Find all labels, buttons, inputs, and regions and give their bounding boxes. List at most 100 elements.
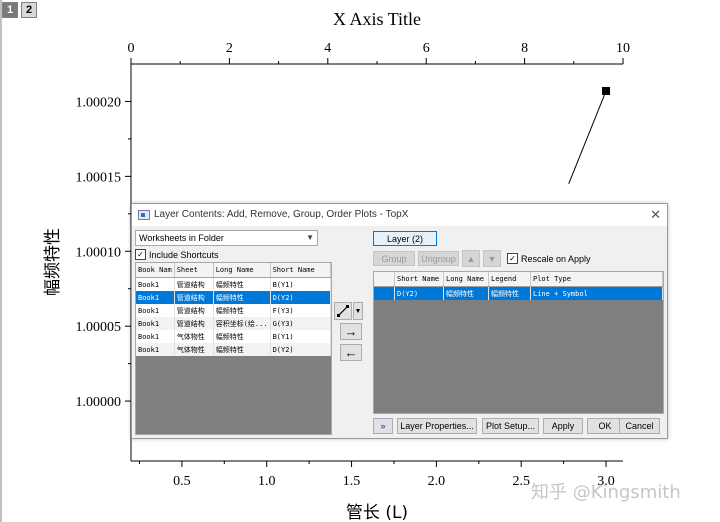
watermark: 知乎 @Kingsmith	[531, 482, 681, 503]
cell: Book1	[136, 291, 175, 304]
table-row-selected[interactable]: Book1 管道结构 幅频特性 D(Y2)	[136, 291, 332, 304]
layer-contents-dialog: Layer Contents: Add, Remove, Group, Orde…	[131, 203, 668, 439]
cell: 幅频特性	[488, 286, 531, 300]
col-header-legend[interactable]: Legend	[488, 272, 531, 287]
cancel-button[interactable]: Cancel	[619, 418, 660, 434]
expand-button[interactable]: »	[373, 418, 393, 434]
cell: 幅频特性	[213, 343, 271, 356]
arrow-down-icon: ▼	[487, 253, 497, 264]
plot-type-button[interactable]	[334, 302, 352, 320]
close-icon[interactable]: ✕	[650, 204, 661, 226]
top-tick-label: 4	[324, 41, 331, 56]
cell: D(Y2)	[394, 286, 444, 300]
layer-button[interactable]: Layer (2)	[373, 231, 437, 246]
cell	[374, 286, 395, 300]
cell: 气体物性	[174, 343, 214, 356]
left-tick-label: 1.00015	[76, 170, 122, 185]
table-row[interactable]: Book1 气体物性 幅频特性 B(Y1)	[136, 330, 332, 343]
cell: Book1	[136, 277, 175, 291]
cell: 幅频特性	[213, 277, 271, 291]
top-tick-label: 10	[616, 41, 630, 56]
arrow-up-icon: ▲	[466, 253, 476, 264]
move-down-button[interactable]: ▼	[483, 250, 501, 267]
rescale-checkbox[interactable]: ✓ Rescale on Apply	[507, 253, 591, 264]
line-symbol-icon	[337, 305, 349, 317]
left-tick-label: 1.00005	[76, 320, 122, 335]
cell: Line + Symbol	[530, 286, 663, 300]
layer-properties-button[interactable]: Layer Properties...	[397, 418, 477, 434]
include-shortcuts-checkbox[interactable]: ✓ Include Shortcuts	[135, 249, 219, 260]
col-header-sheet[interactable]: Sheet	[174, 263, 214, 278]
cell: Book1	[136, 304, 175, 317]
top-axis-title: X Axis Title	[333, 9, 421, 29]
table-row-selected[interactable]: D(Y2) 幅频特性 幅频特性 Line + Symbol	[374, 286, 663, 300]
add-plot-button[interactable]: →	[340, 323, 362, 340]
cell: 管道结构	[174, 304, 214, 317]
dialog-app-icon	[138, 210, 150, 220]
table-row[interactable]: Book1 管道结构 容积坐标(绘... G(Y3)	[136, 317, 332, 330]
checkbox-checked-icon: ✓	[507, 253, 518, 264]
move-up-button[interactable]: ▲	[462, 250, 480, 267]
left-tick-label: 1.00020	[76, 95, 122, 110]
cell: 管道结构	[174, 277, 214, 291]
ok-button[interactable]: OK	[587, 418, 623, 434]
cell: Book1	[136, 317, 175, 330]
dialog-title: Layer Contents: Add, Remove, Group, Orde…	[154, 209, 409, 220]
bottom-tick-label: 2.5	[512, 474, 530, 489]
left-tick-label: 1.00000	[76, 395, 122, 410]
col-header-short-name[interactable]: Short Name	[394, 272, 444, 287]
top-tick-label: 6	[423, 41, 430, 56]
ungroup-button[interactable]: Ungroup	[418, 251, 459, 266]
col-header-plot-type[interactable]: Plot Type	[530, 272, 663, 287]
left-ticks: 1.00000 1.00005 1.00010 1.00015 1.00020	[76, 95, 131, 410]
col-header-index	[374, 272, 395, 287]
checkbox-checked-icon: ✓	[135, 249, 146, 260]
cell: D(Y2)	[270, 343, 332, 356]
available-data-grid: Book Nam Sheet Long Name Short Name Book…	[135, 262, 332, 435]
top-tick-label: 2	[226, 41, 233, 56]
table-row[interactable]: Book1 气体物性 幅频特性 D(Y2)	[136, 343, 332, 356]
cell: 幅频特性	[213, 330, 271, 343]
cell: F(Y3)	[270, 304, 332, 317]
col-header-long-name[interactable]: Long Name	[443, 272, 489, 287]
cell: 幅频特性	[213, 304, 271, 317]
rescale-label: Rescale on Apply	[521, 253, 591, 264]
cell: 容积坐标(绘...	[213, 317, 271, 330]
group-button[interactable]: Group	[373, 251, 415, 266]
table-row[interactable]: Book1 管道结构 幅频特性 B(Y1)	[136, 277, 332, 291]
source-dropdown[interactable]: Worksheets in Folder ▼	[135, 230, 318, 246]
bottom-tick-label: 1.0	[258, 474, 276, 489]
apply-button[interactable]: Apply	[543, 418, 583, 434]
dialog-titlebar[interactable]: Layer Contents: Add, Remove, Group, Orde…	[132, 204, 667, 226]
cell: Book1	[136, 343, 175, 356]
left-tick-label: 1.00010	[76, 245, 122, 260]
bottom-tick-label: 0.5	[173, 474, 191, 489]
cell: 气体物性	[174, 330, 214, 343]
cell: 幅频特性	[443, 286, 489, 300]
layer-plots-grid: Short Name Long Name Legend Plot Type D(…	[373, 271, 664, 414]
series-marker	[602, 86, 611, 95]
plot-type-dropdown[interactable]: ▼	[353, 302, 363, 320]
col-header-short-name[interactable]: Short Name	[270, 263, 332, 278]
table-row[interactable]: Book1 管道结构 幅频特性 F(Y3)	[136, 304, 332, 317]
remove-plot-button[interactable]: ←	[340, 344, 362, 361]
top-tick-label: 8	[521, 41, 528, 56]
include-shortcuts-label: Include Shortcuts	[149, 249, 219, 260]
bottom-axis-title: 管长 (L)	[346, 503, 408, 522]
arrow-left-icon: ←	[344, 345, 358, 360]
cell: 管道结构	[174, 317, 214, 330]
series-line	[568, 90, 607, 185]
chevron-down-icon: ▼	[354, 307, 362, 315]
col-header-book[interactable]: Book Nam	[136, 263, 175, 278]
cell: B(Y1)	[270, 277, 332, 291]
cell: 幅频特性	[213, 291, 271, 304]
cell: D(Y2)	[270, 291, 332, 304]
cell: G(Y3)	[270, 317, 332, 330]
source-dropdown-value: Worksheets in Folder	[139, 233, 224, 243]
arrow-right-icon: →	[344, 324, 358, 339]
plot-setup-button[interactable]: Plot Setup...	[482, 418, 539, 434]
cell: 管道结构	[174, 291, 214, 304]
bottom-tick-label: 2.0	[428, 474, 446, 489]
col-header-long-name[interactable]: Long Name	[213, 263, 271, 278]
top-tick-label: 0	[128, 41, 135, 56]
